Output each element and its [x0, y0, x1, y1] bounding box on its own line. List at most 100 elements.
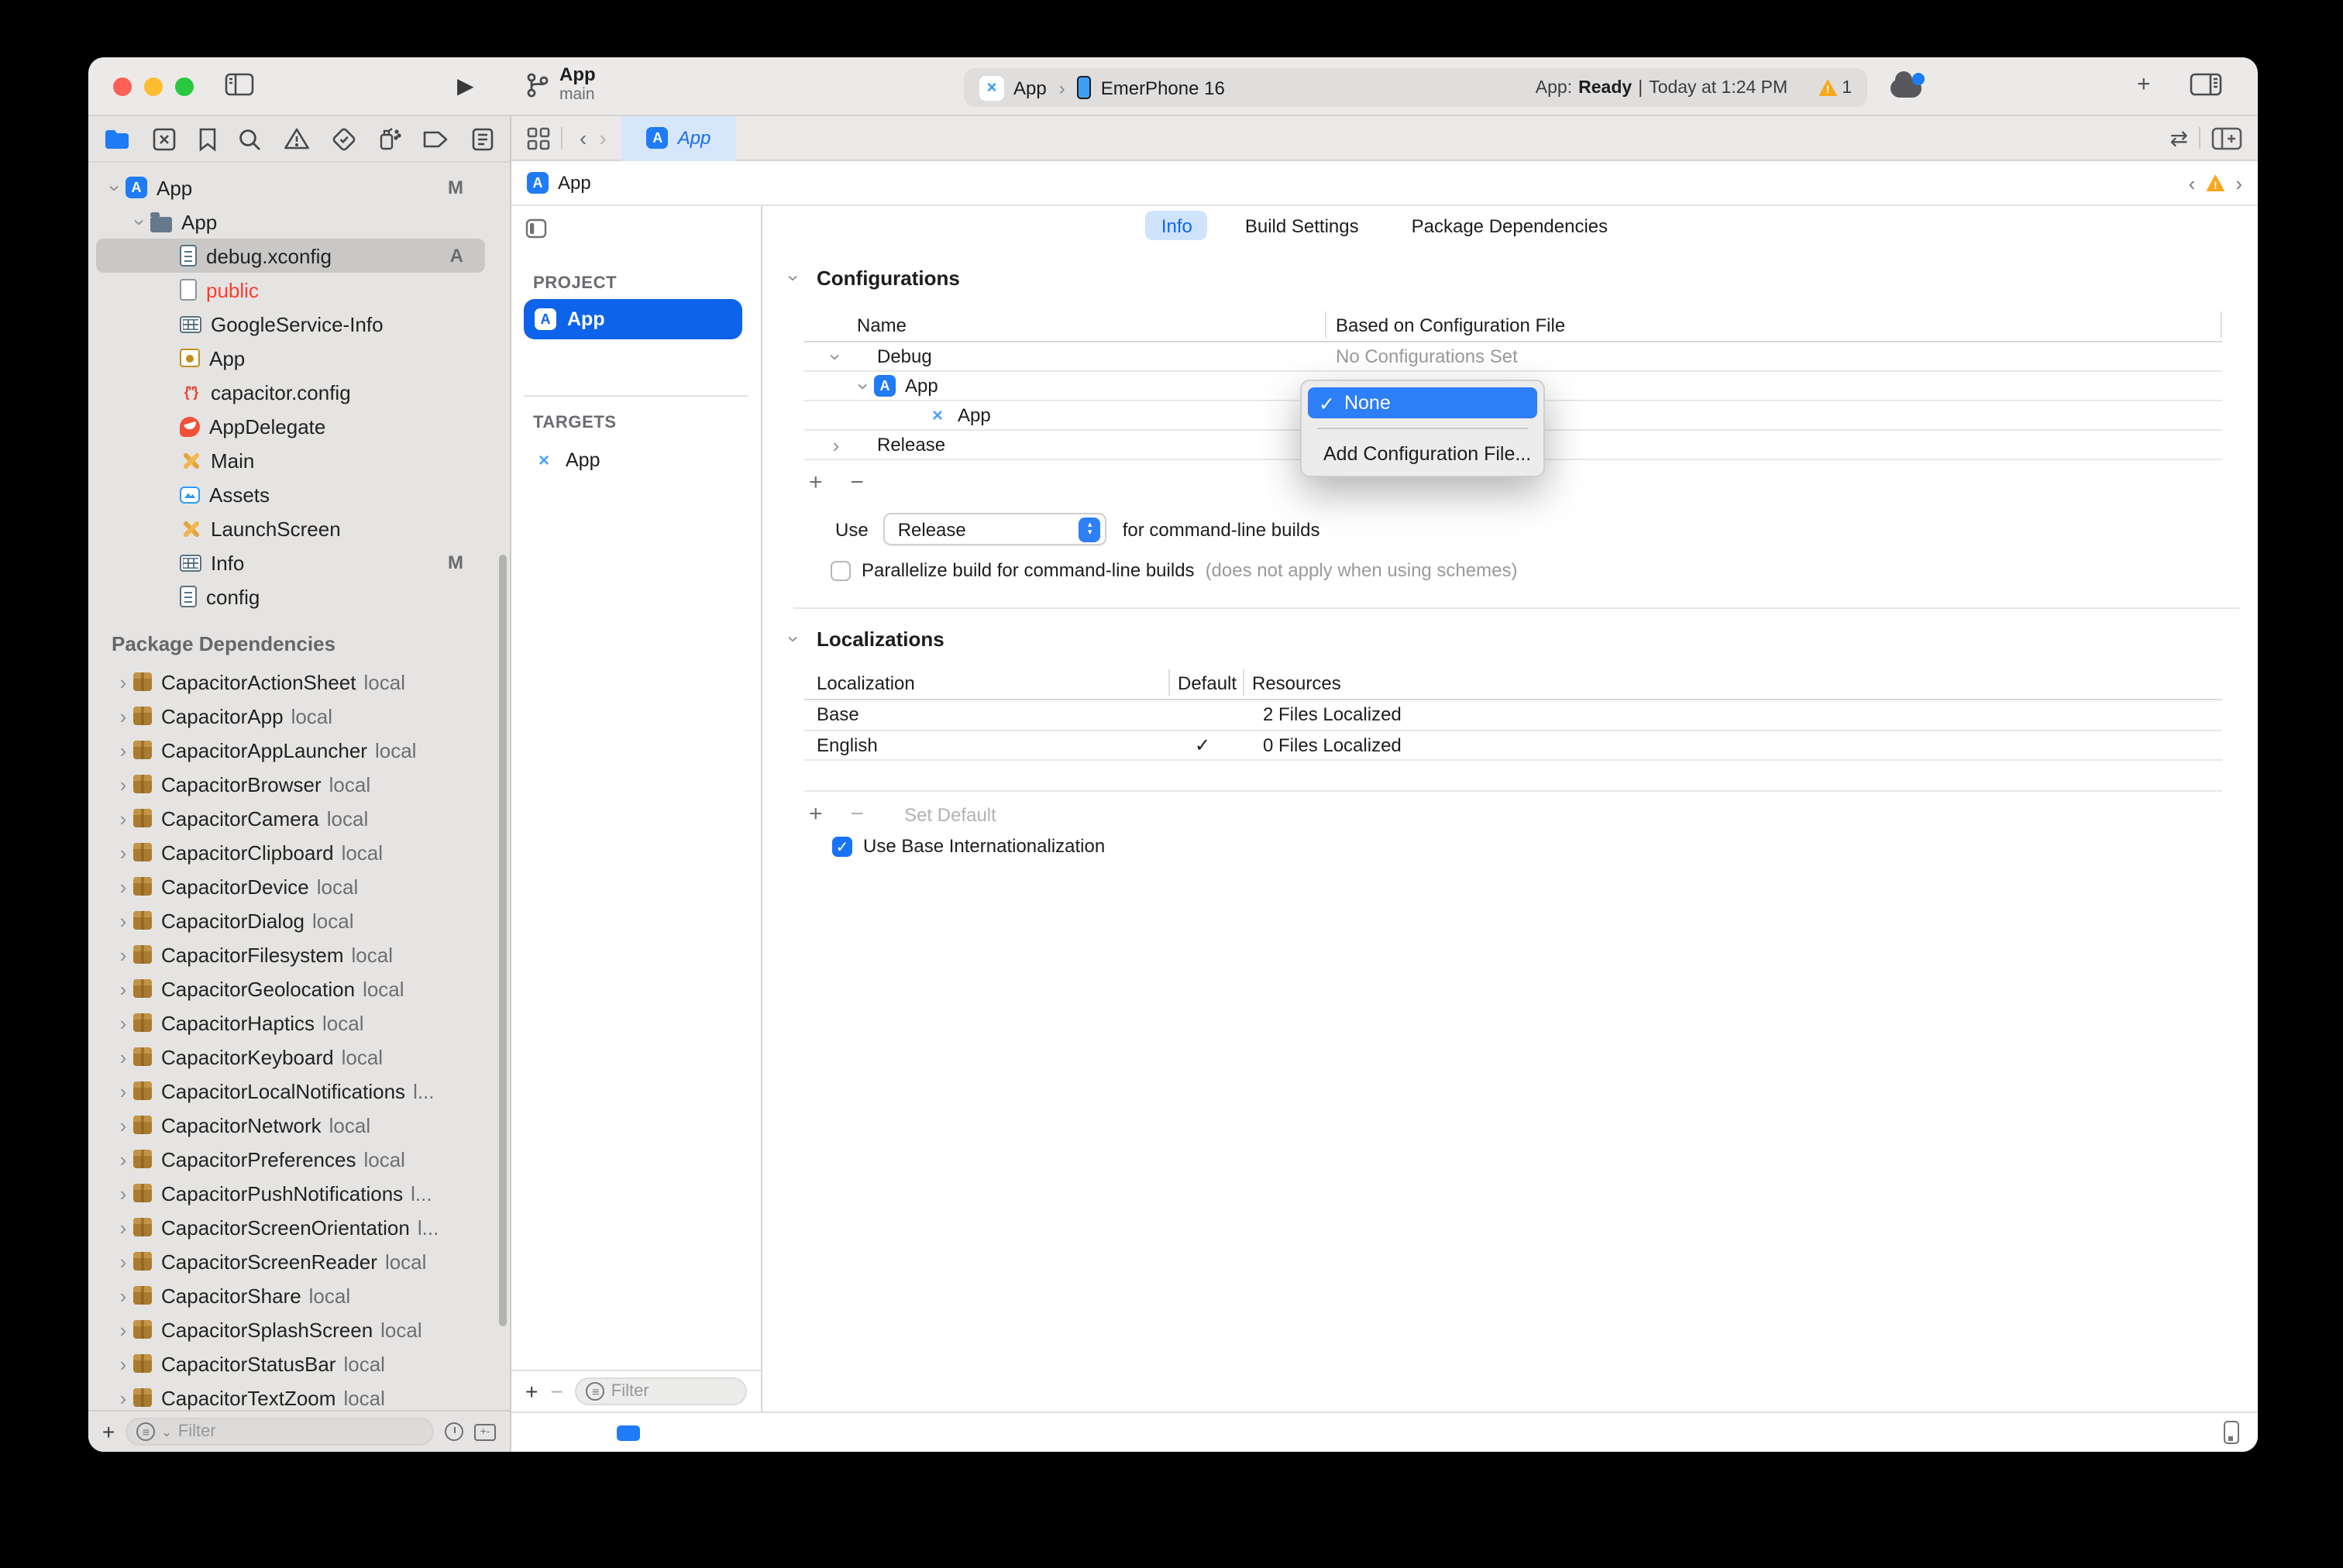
localization-row[interactable]: English ✓ 0 Files Localized	[804, 731, 2222, 761]
disclosure-chevron-icon[interactable]: ›	[113, 1217, 133, 1237]
recent-files-filter-icon[interactable]	[445, 1422, 463, 1441]
segment-tab[interactable]: Build Settings	[1230, 211, 1374, 240]
remove-target-button[interactable]: −	[550, 1379, 563, 1404]
disclosure-chevron-icon[interactable]: ›	[113, 1251, 133, 1271]
panel-filter-field[interactable]: ≡ Filter	[576, 1377, 747, 1405]
package-row[interactable]: › CapacitorGeolocation local	[88, 971, 510, 1006]
cloud-sync-icon[interactable]	[1891, 79, 1922, 98]
disclosure-chevron-icon[interactable]: ›	[113, 672, 133, 692]
disclosure-chevron-icon[interactable]: ›	[113, 1353, 133, 1374]
previous-issue-button[interactable]: ‹	[2189, 171, 2196, 194]
test-navigator-icon[interactable]	[332, 126, 356, 151]
file-row[interactable]: › capacitor.config	[88, 375, 510, 409]
zoom-window-button[interactable]	[175, 77, 194, 96]
navigator-scrollbar[interactable]	[499, 555, 507, 1326]
file-row[interactable]: › public	[88, 273, 510, 307]
segment-tab[interactable]: Package Dependencies	[1396, 211, 1624, 240]
package-row[interactable]: › CapacitorActionSheet local	[88, 665, 510, 699]
file-row[interactable]: › GoogleService-Info	[88, 307, 510, 341]
file-row[interactable]: › config	[88, 579, 510, 614]
activity-status[interactable]: App: Ready | Today at 1:24 PM	[1536, 78, 1787, 97]
set-default-button[interactable]: Set Default	[904, 803, 996, 825]
report-navigator-icon[interactable]	[471, 126, 494, 151]
disclosure-chevron-icon[interactable]: ›	[113, 1115, 133, 1135]
package-row[interactable]: › CapacitorStatusBar local	[88, 1346, 510, 1381]
add-editor-icon[interactable]	[2211, 126, 2242, 150]
go-back-button[interactable]: ‹	[573, 126, 593, 150]
file-row[interactable]: › AppDelegate	[88, 409, 510, 443]
navigator-filter-field[interactable]: ≡ ⌄ Filter	[126, 1418, 434, 1446]
file-row[interactable]: › Assets	[88, 477, 510, 511]
disclosure-chevron-icon[interactable]: ›	[113, 842, 133, 862]
package-row[interactable]: › CapacitorPushNotifications l...	[88, 1176, 510, 1210]
disclosure-chevron-icon[interactable]: ›	[113, 740, 133, 760]
issue-navigator-icon[interactable]	[284, 127, 310, 150]
project-navigator-icon[interactable]	[104, 128, 130, 150]
file-row[interactable]: › Main	[88, 443, 510, 477]
simulator-icon[interactable]	[2224, 1421, 2239, 1444]
source-control-navigator-icon[interactable]	[152, 126, 177, 151]
run-button[interactable]: ▶	[457, 73, 474, 99]
command-line-config-select[interactable]: Release ▴▾	[884, 513, 1107, 545]
target-row-app[interactable]: App	[533, 442, 600, 479]
disclosure-chevron-icon[interactable]: ›	[113, 808, 133, 828]
toggle-inspector-icon[interactable]	[2190, 73, 2222, 96]
package-row[interactable]: › CapacitorNetwork local	[88, 1108, 510, 1142]
device-chip-icon[interactable]	[617, 1425, 640, 1441]
disclosure-chevron-icon[interactable]: ›	[113, 1081, 133, 1101]
parallelize-checkbox[interactable]	[831, 560, 851, 580]
file-row[interactable]: › Info M	[88, 545, 510, 579]
scheme-device[interactable]: EmerPhone 16	[1101, 77, 1225, 98]
remove-configuration-button[interactable]: −	[851, 469, 865, 496]
package-row[interactable]: › CapacitorDevice local	[88, 869, 510, 903]
filter-options-icon[interactable]: ≡	[136, 1422, 155, 1441]
add-localization-button[interactable]: +	[809, 801, 823, 827]
disclosure-chevron-icon[interactable]: ›	[826, 435, 846, 455]
disclosure-chevron-icon[interactable]: ›	[113, 1319, 133, 1339]
go-forward-button[interactable]: ›	[593, 126, 612, 150]
package-row[interactable]: › CapacitorApp local	[88, 699, 510, 733]
package-row[interactable]: › CapacitorDialog local	[88, 903, 510, 937]
scm-changes-filter-icon[interactable]: +-	[474, 1423, 496, 1440]
use-base-checkbox[interactable]: ✓	[832, 836, 852, 856]
package-row[interactable]: › CapacitorKeyboard local	[88, 1040, 510, 1074]
disclosure-chevron-icon[interactable]: ›	[130, 211, 150, 232]
next-issue-button[interactable]: ›	[2235, 171, 2242, 194]
package-row[interactable]: › CapacitorScreenOrientation l...	[88, 1210, 510, 1244]
disclosure-chevron-icon[interactable]: ›	[113, 1285, 133, 1305]
related-items-icon[interactable]	[527, 126, 550, 150]
file-row[interactable]: › App	[88, 205, 510, 239]
disclosure-chevron-icon[interactable]: ›	[113, 706, 133, 726]
disclosure-chevron-icon[interactable]: ›	[113, 876, 133, 896]
package-row[interactable]: › CapacitorClipboard local	[88, 835, 510, 869]
disclosure-chevron-icon[interactable]: ›	[105, 177, 126, 198]
add-target-button[interactable]: +	[525, 1379, 538, 1404]
file-row[interactable]: › App	[88, 341, 510, 375]
localization-row[interactable]: Base 2 Files Localized	[804, 700, 2222, 731]
file-row[interactable]: › debug.xconfig A	[88, 239, 510, 273]
breadcrumb[interactable]: App	[558, 172, 591, 194]
package-row[interactable]: › CapacitorSplashScreen local	[88, 1312, 510, 1346]
disclosure-chevron-icon[interactable]: ›	[113, 1013, 133, 1033]
disclosure-chevron-icon[interactable]: ›	[113, 1149, 133, 1169]
minimize-window-button[interactable]	[144, 77, 163, 96]
disclosure-chevron-icon[interactable]: ›	[854, 376, 874, 396]
menu-item-add-configuration-file[interactable]: Add Configuration File...	[1302, 438, 1543, 466]
package-row[interactable]: › CapacitorBrowser local	[88, 767, 510, 801]
disclosure-chevron-icon[interactable]: ›	[113, 1183, 133, 1203]
adjacent-editor-icon[interactable]: ⇄	[2170, 125, 2188, 151]
package-row[interactable]: › CapacitorAppLauncher local	[88, 733, 510, 767]
add-configuration-button[interactable]: +	[809, 469, 823, 496]
package-row[interactable]: › CapacitorCamera local	[88, 801, 510, 835]
file-row[interactable]: › App M	[88, 170, 510, 205]
file-row[interactable]: › LaunchScreen	[88, 511, 510, 545]
debug-navigator-icon[interactable]	[377, 126, 401, 152]
scheme-target[interactable]: App	[1013, 77, 1047, 98]
package-row[interactable]: › CapacitorLocalNotifications l...	[88, 1074, 510, 1108]
package-row[interactable]: › CapacitorPreferences local	[88, 1142, 510, 1176]
package-row[interactable]: › CapacitorHaptics local	[88, 1006, 510, 1040]
bookmarks-navigator-icon[interactable]	[198, 126, 216, 151]
configurations-section-header[interactable]: › Configurations	[784, 266, 960, 290]
package-row[interactable]: › CapacitorFilesystem local	[88, 937, 510, 971]
add-file-button[interactable]: +	[102, 1419, 115, 1444]
